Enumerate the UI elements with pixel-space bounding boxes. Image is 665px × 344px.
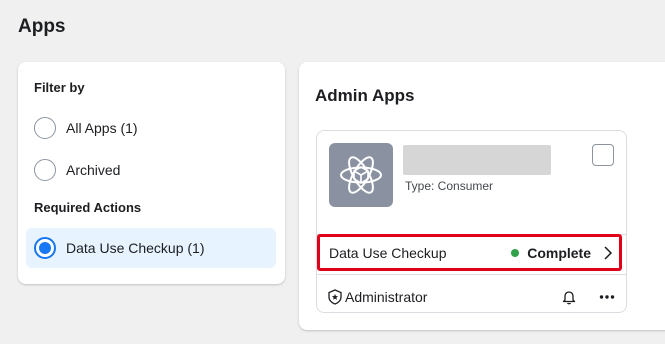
app-name-placeholder: [403, 145, 551, 175]
filter-option-label: Archived: [66, 162, 121, 178]
filter-panel: Filter by All Apps (1) Archived Required…: [18, 62, 285, 284]
data-use-checkup-row[interactable]: Data Use Checkup Complete: [317, 234, 622, 271]
status-dot: [511, 248, 520, 257]
radio-button[interactable]: [34, 237, 56, 259]
radio-button[interactable]: [34, 117, 56, 139]
role-label: Administrator: [345, 289, 428, 305]
filter-option-archived[interactable]: Archived: [26, 150, 276, 190]
filter-option-data-use-checkup[interactable]: Data Use Checkup (1): [26, 228, 276, 268]
status-text: Complete: [527, 244, 591, 261]
app-type: Type: Consumer: [405, 179, 494, 193]
required-actions-heading: Required Actions: [34, 200, 142, 215]
data-use-checkup-label: Data Use Checkup: [329, 244, 447, 261]
filter-heading: Filter by: [34, 80, 85, 95]
more-options-icon[interactable]: [599, 294, 615, 300]
app-footer: Administrator: [327, 287, 617, 307]
filter-option-label: Data Use Checkup (1): [66, 240, 205, 256]
app-select-checkbox[interactable]: [592, 144, 614, 166]
divider: [317, 274, 626, 275]
atom-icon: [329, 143, 393, 207]
page-title: Apps: [18, 16, 66, 37]
filter-option-all-apps[interactable]: All Apps (1): [26, 108, 276, 148]
admin-apps-title: Admin Apps: [315, 86, 415, 105]
chevron-right-icon[interactable]: [603, 245, 613, 260]
radio-button[interactable]: [34, 159, 56, 181]
shield-star-icon: [327, 289, 343, 305]
admin-apps-panel: Admin Apps Type: Consumer Data Use Check…: [299, 62, 665, 330]
bell-icon[interactable]: [561, 289, 577, 305]
app-card[interactable]: Type: Consumer Data Use Checkup Complete…: [316, 130, 627, 313]
filter-option-label: All Apps (1): [66, 120, 138, 136]
